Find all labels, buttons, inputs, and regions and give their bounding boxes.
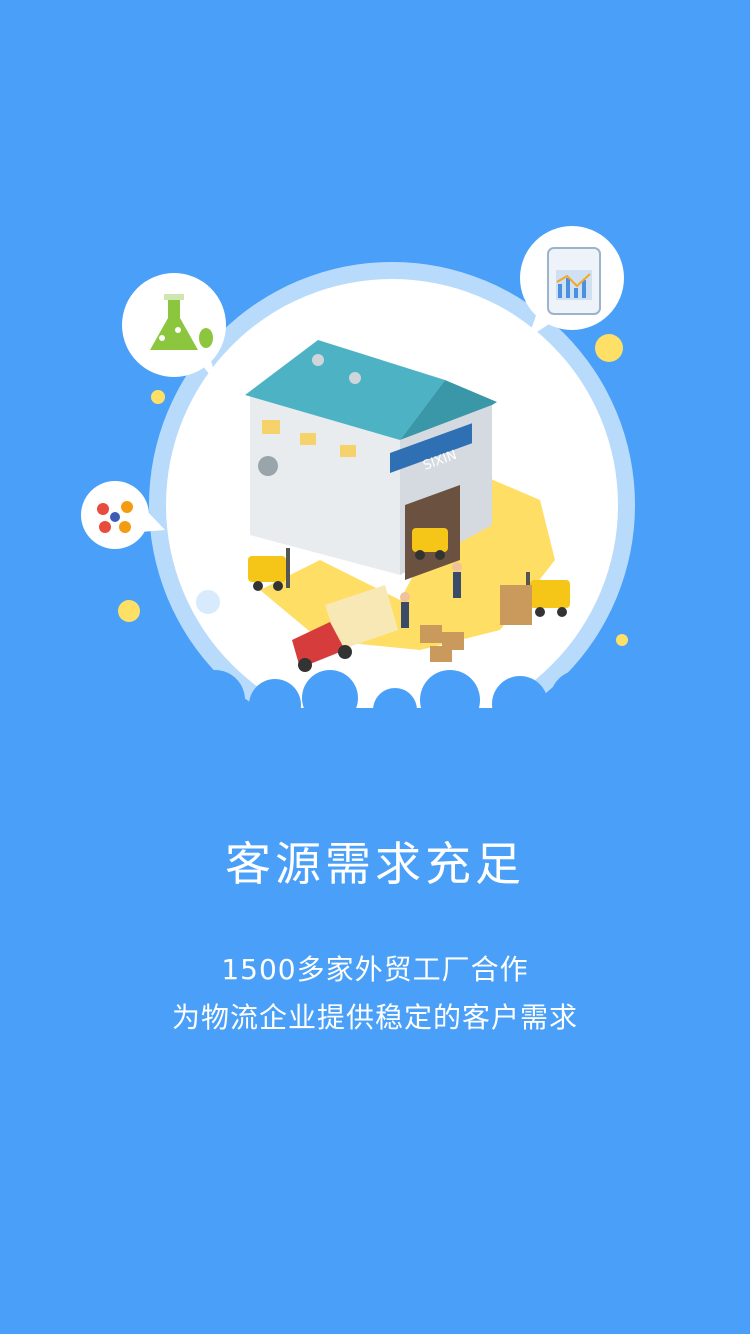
dot-yellow: [118, 600, 140, 622]
phone-chart-bubble: [520, 226, 624, 338]
feature-description-line2: 为物流企业提供稳定的客户需求: [171, 1001, 578, 1034]
dot-yellow: [595, 334, 623, 362]
onboarding-screen[interactable]: SIXIN 客源需求充足 1500多家外贸工厂合作 为物流企业提供稳定的客户需求: [0, 0, 750, 1334]
flask-bubble: [122, 273, 226, 385]
dot-light: [196, 590, 220, 614]
dot-yellow: [151, 390, 165, 404]
feature-description-line1: 1500多家外贸工厂合作: [221, 953, 529, 986]
dot-yellow: [616, 634, 628, 646]
warehouse-illustration: SIXIN: [0, 226, 750, 760]
feature-title: 客源需求充足: [225, 837, 525, 891]
phone-chart-icon: [547, 247, 601, 315]
